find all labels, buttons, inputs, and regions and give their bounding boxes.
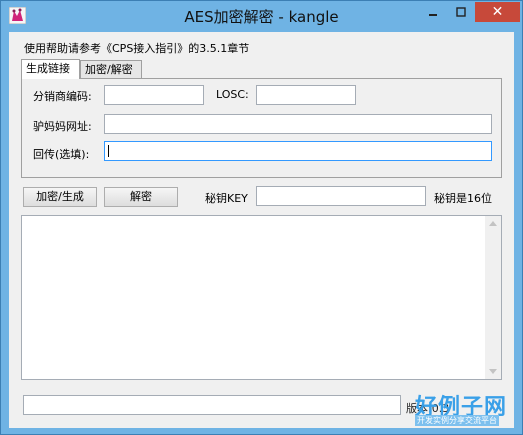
decrypt-button[interactable]: 解密: [104, 187, 178, 207]
watermark-logo: 好例子网 开发实例分享交流平台: [409, 389, 507, 427]
watermark-sub: 开发实例分享交流平台: [415, 415, 499, 426]
client-area: 使用帮助请参考《CPS接入指引》的3.5.1章节 生成链接 加密/解密 分销商编…: [9, 32, 514, 428]
key-input[interactable]: [256, 186, 426, 206]
callback-label: 回传(选填):: [33, 148, 90, 161]
callback-input[interactable]: [104, 141, 492, 161]
minimize-icon: [428, 14, 437, 16]
key-hint: 秘钥是16位: [434, 192, 492, 205]
title-bar[interactable]: AES加密解密 - kangle ✕: [1, 1, 522, 31]
maximize-button[interactable]: [447, 2, 474, 22]
url-label: 驴妈妈网址:: [33, 120, 92, 133]
minimize-button[interactable]: [419, 2, 446, 22]
output-textarea[interactable]: [21, 215, 502, 380]
tab-panel: 分销商编码: LOSC: 驴妈妈网址: 回传(选填):: [21, 78, 502, 178]
losc-label: LOSC:: [216, 88, 249, 101]
key-label: 秘钥KEY: [205, 192, 248, 205]
tab-generate-link[interactable]: 生成链接: [21, 59, 80, 79]
encrypt-generate-button[interactable]: 加密/生成: [23, 187, 97, 207]
distributor-code-label: 分销商编码:: [33, 90, 92, 103]
maximize-icon: [455, 7, 466, 17]
status-field: [23, 395, 401, 415]
distributor-code-input[interactable]: [104, 85, 204, 105]
url-input[interactable]: [104, 114, 492, 134]
losc-input[interactable]: [256, 85, 356, 105]
text-caret: [108, 145, 109, 157]
scroll-up-icon[interactable]: [489, 221, 497, 226]
vertical-scrollbar[interactable]: [485, 216, 501, 379]
scroll-down-icon[interactable]: [489, 369, 497, 374]
close-icon: ✕: [491, 4, 504, 20]
app-window: AES加密解密 - kangle ✕ 使用帮助请参考《CPS接入指引》的3.5.…: [0, 0, 523, 435]
help-text: 使用帮助请参考《CPS接入指引》的3.5.1章节: [24, 42, 250, 55]
close-button[interactable]: ✕: [475, 2, 520, 22]
tab-encrypt-decrypt[interactable]: 加密/解密: [80, 60, 142, 78]
